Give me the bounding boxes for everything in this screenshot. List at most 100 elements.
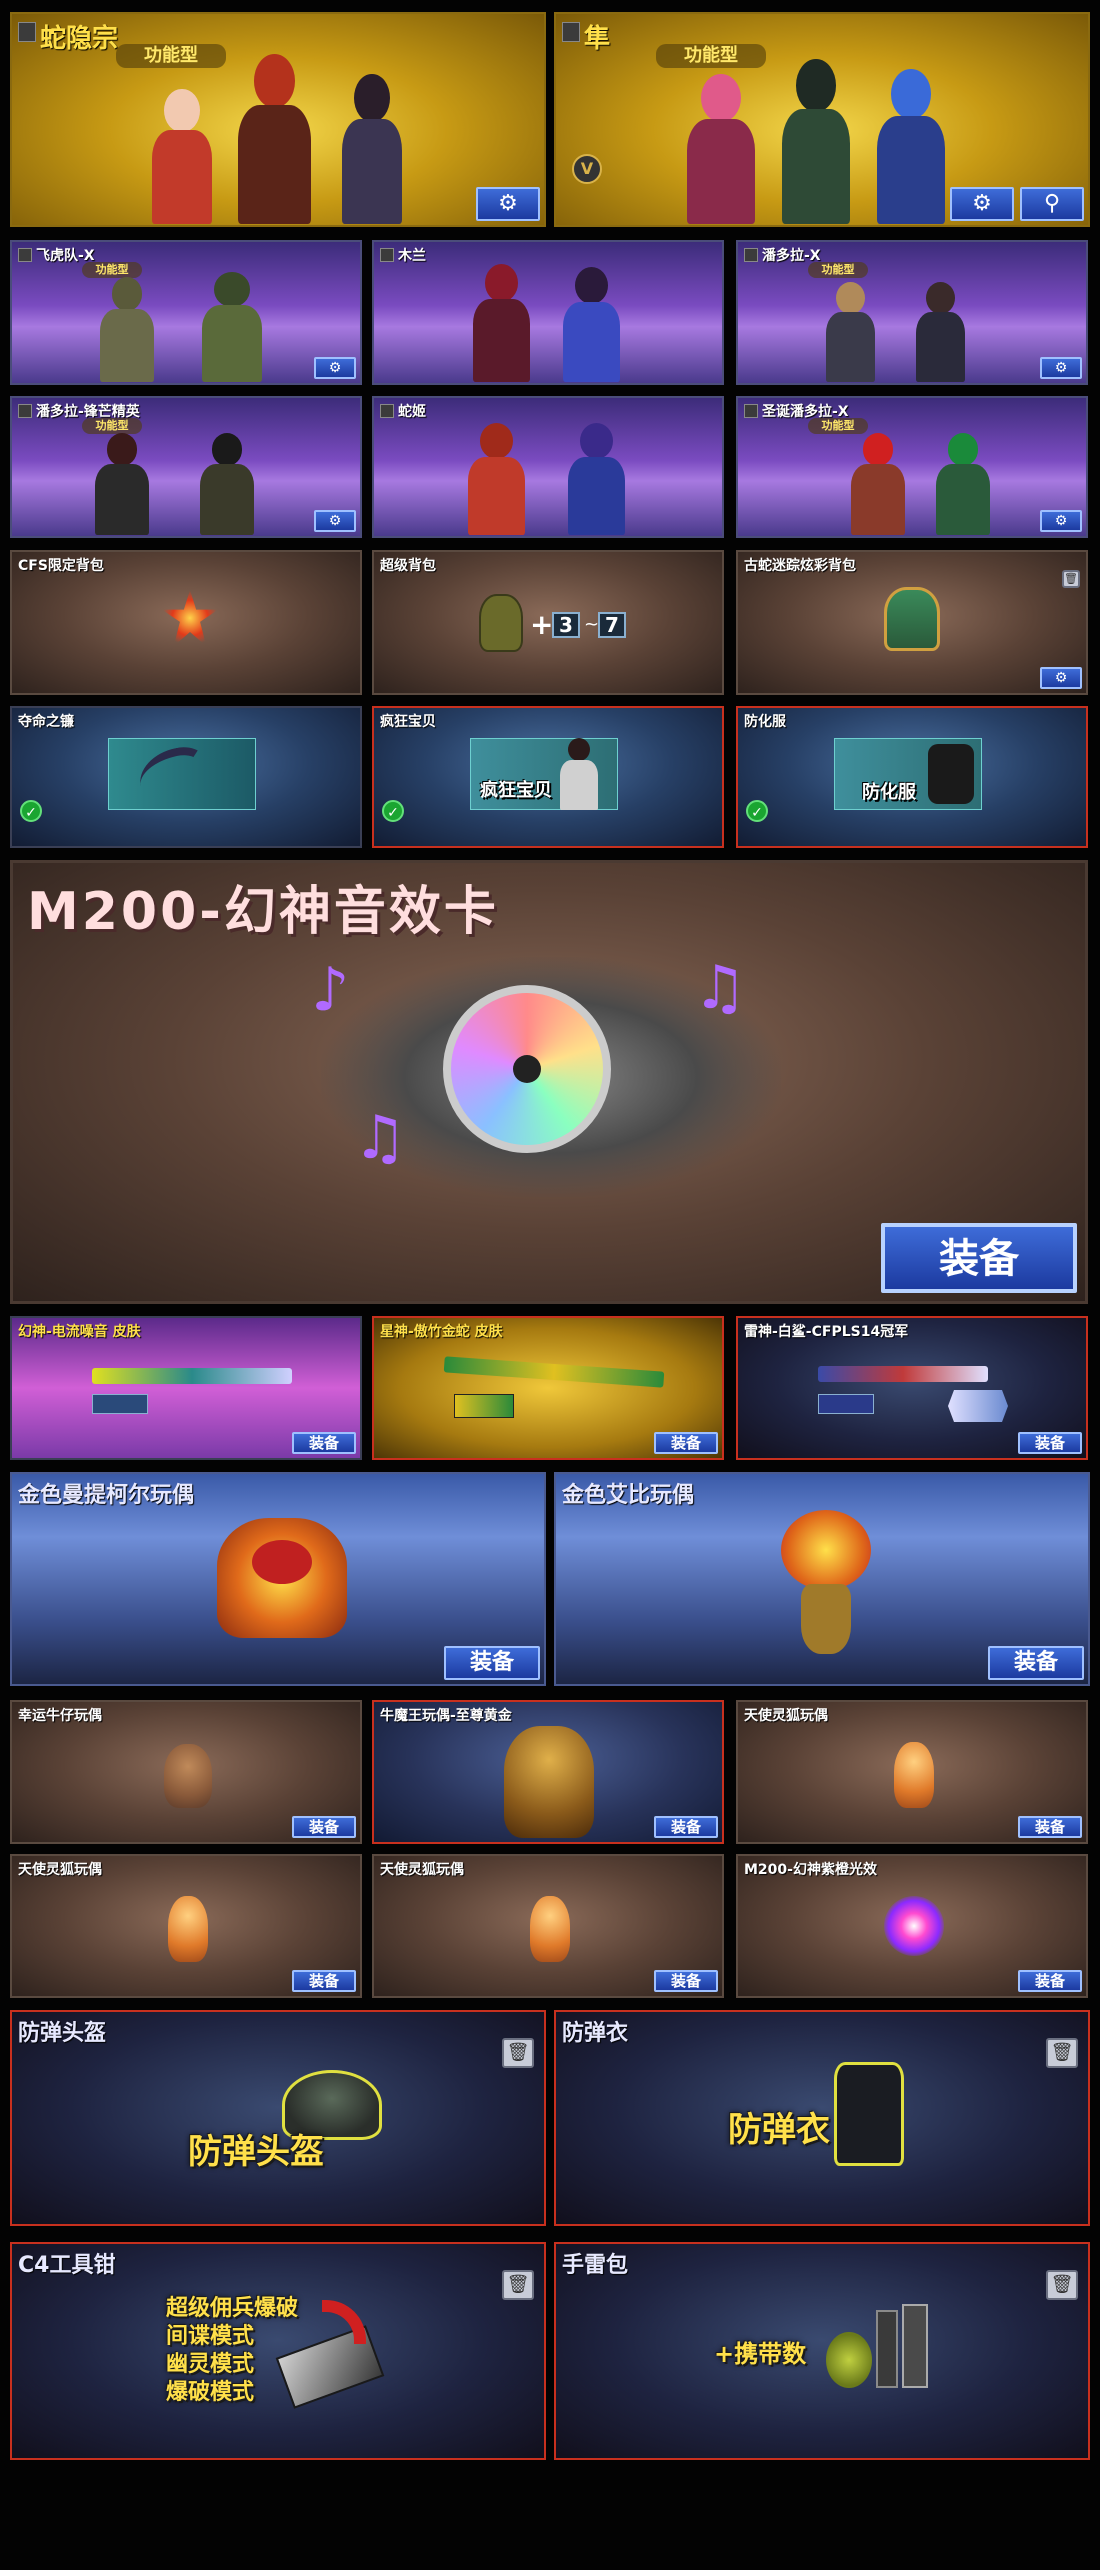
slot-badge: 3 bbox=[552, 612, 580, 638]
skin-badge bbox=[818, 1394, 874, 1414]
item-card[interactable]: 夺命之镰 ✓ bbox=[10, 706, 362, 848]
doll-card[interactable]: 天使灵狐玩偶 装备 bbox=[736, 1700, 1088, 1844]
settings-icon: ⚙ bbox=[498, 191, 518, 216]
search-button[interactable]: ⚲ bbox=[1020, 187, 1084, 221]
hero-card[interactable]: 潘多拉-X 功能型 ⚙ bbox=[736, 240, 1088, 385]
leaf-icon: ✓ bbox=[382, 800, 404, 822]
equip-button[interactable]: 装备 bbox=[654, 1816, 718, 1838]
music-note-icon: ♪ bbox=[311, 955, 350, 1025]
bag-card[interactable]: 古蛇迷踪炫彩背包 🗑 ⚙ bbox=[736, 550, 1088, 695]
equip-button[interactable]: 装备 bbox=[292, 1970, 356, 1992]
trash-icon[interactable]: 🗑 bbox=[1046, 2038, 1078, 2068]
doll-title: 天使灵狐玩偶 bbox=[18, 1862, 102, 1878]
hero-tag: 功能型 bbox=[656, 44, 766, 68]
trash-icon[interactable]: 🗑 bbox=[502, 2270, 534, 2300]
lock-icon bbox=[18, 22, 36, 42]
hero-card[interactable]: 蛇姬 bbox=[372, 396, 724, 538]
armor-label: 防弹衣 bbox=[728, 2110, 830, 2150]
character-figure bbox=[554, 267, 629, 382]
hero-card-shadow-clan[interactable]: 蛇隐宗 功能型 ⚙ bbox=[10, 12, 546, 227]
settings-button[interactable]: ⚙ bbox=[1040, 510, 1082, 532]
hero-card[interactable]: 圣诞潘多拉-X 功能型 ⚙ bbox=[736, 396, 1088, 538]
doll-card[interactable]: 天使灵狐玩偶 装备 bbox=[10, 1854, 362, 1998]
doll-title: 天使灵狐玩偶 bbox=[380, 1862, 464, 1878]
settings-button[interactable]: ⚙ bbox=[314, 357, 356, 379]
skin-card[interactable]: 雷神-白鲨-CFPLS14冠军 装备 bbox=[736, 1316, 1088, 1460]
doll-title: 牛魔王玩偶-至尊黄金 bbox=[380, 1708, 512, 1724]
armor-card[interactable]: 防弹衣 🗑 防弹衣 bbox=[554, 2010, 1090, 2226]
doll-head bbox=[781, 1510, 871, 1590]
hero-card-falcon[interactable]: 隼 功能型 V ⚙ ⚲ bbox=[554, 12, 1090, 227]
equip-button[interactable]: 装备 bbox=[881, 1223, 1077, 1293]
equip-button[interactable]: 装备 bbox=[1018, 1432, 1082, 1454]
grenade-title: 手雷包 bbox=[562, 2253, 629, 2278]
equip-button[interactable]: 装备 bbox=[654, 1970, 718, 1992]
trash-icon[interactable]: 🗑 bbox=[1062, 570, 1080, 588]
doll-card[interactable]: 天使灵狐玩偶 装备 bbox=[372, 1854, 724, 1998]
equip-button[interactable]: 装备 bbox=[1018, 1816, 1082, 1838]
item-title: 夺命之镰 bbox=[18, 714, 74, 730]
doll-card[interactable]: 金色艾比玩偶 装备 bbox=[554, 1472, 1090, 1686]
effect-card[interactable]: M200-幻神紫橙光效 装备 bbox=[736, 1854, 1088, 1998]
doll-image bbox=[504, 1726, 594, 1838]
character-figure bbox=[559, 423, 634, 535]
hero-card[interactable]: 木兰 bbox=[372, 240, 724, 385]
item-label: 防化服 bbox=[862, 782, 916, 803]
settings-button[interactable]: ⚙ bbox=[1040, 667, 1082, 689]
armor-title: 防弹头盔 bbox=[18, 2021, 107, 2046]
lock-icon bbox=[18, 248, 32, 262]
equip-button[interactable]: 装备 bbox=[444, 1646, 540, 1680]
character-figure bbox=[554, 738, 604, 810]
slot-badge: 7 bbox=[598, 612, 626, 638]
music-note-icon: ♫ bbox=[353, 1103, 407, 1173]
grenade-image bbox=[826, 2332, 872, 2388]
settings-icon: ⚙ bbox=[328, 360, 342, 376]
bag-card[interactable]: 超级背包 + 3 ~ 7 bbox=[372, 550, 724, 695]
character-figure bbox=[459, 423, 534, 535]
equip-button[interactable]: 装备 bbox=[292, 1432, 356, 1454]
armor-card[interactable]: 防弹头盔 🗑 防弹头盔 bbox=[10, 2010, 546, 2226]
item-card[interactable]: 疯狂宝贝 疯狂宝贝 ✓ bbox=[372, 706, 724, 848]
suit-image bbox=[928, 744, 974, 804]
character-figure bbox=[928, 433, 998, 535]
trash-icon[interactable]: 🗑 bbox=[1046, 2270, 1078, 2300]
equip-button[interactable]: 装备 bbox=[1018, 1970, 1082, 1992]
hero-card[interactable]: 潘多拉-锋芒精英 功能型 ⚙ bbox=[10, 396, 362, 538]
settings-button[interactable]: ⚙ bbox=[314, 510, 356, 532]
doll-title: 金色曼提柯尔玩偶 bbox=[18, 1483, 195, 1508]
doll-card[interactable]: 金色曼提柯尔玩偶 装备 bbox=[10, 1472, 546, 1686]
doll-card[interactable]: 牛魔王玩偶-至尊黄金 装备 bbox=[372, 1700, 724, 1844]
equip-button[interactable]: 装备 bbox=[654, 1432, 718, 1454]
champion-badge bbox=[948, 1390, 1008, 1422]
settings-icon: ⚙ bbox=[328, 513, 342, 529]
scythe-icon bbox=[134, 742, 214, 806]
item-title: 疯狂宝贝 bbox=[380, 714, 436, 730]
doll-title: 天使灵狐玩偶 bbox=[744, 1708, 828, 1724]
grenade-card[interactable]: 手雷包 🗑 +携带数 bbox=[554, 2242, 1090, 2460]
character-figure bbox=[771, 59, 861, 224]
inventory-page: 蛇隐宗 功能型 ⚙ 隼 功能型 V ⚙ ⚲ 飞虎队-X 功能型 ⚙ 木兰 潘多拉… bbox=[0, 0, 1100, 2570]
search-icon: ⚲ bbox=[1043, 191, 1061, 216]
character-figure bbox=[227, 54, 322, 224]
c4-tool-card[interactable]: C4工具钳 🗑 超级佣兵爆破 间谍模式 幽灵模式 爆破模式 bbox=[10, 2242, 546, 2460]
doll-card[interactable]: 幸运牛仔玩偶 装备 bbox=[10, 1700, 362, 1844]
hero-title: 蛇姬 bbox=[398, 404, 426, 420]
skin-card[interactable]: 幻神-电流噪音 皮肤 装备 bbox=[10, 1316, 362, 1460]
backpack-image bbox=[479, 594, 523, 652]
hero-tag: 功能型 bbox=[82, 418, 142, 434]
equip-button[interactable]: 装备 bbox=[292, 1816, 356, 1838]
trash-icon[interactable]: 🗑 bbox=[502, 2038, 534, 2068]
hero-title: 木兰 bbox=[398, 248, 426, 264]
bag-card[interactable]: CFS限定背包 bbox=[10, 550, 362, 695]
skin-badge bbox=[92, 1394, 148, 1414]
sound-card[interactable]: M200-幻神音效卡 ♪ ♫ ♫ 装备 bbox=[10, 860, 1088, 1304]
skin-card[interactable]: 星神-傲竹金蛇 皮肤 装备 bbox=[372, 1316, 724, 1460]
glow-effect-icon bbox=[884, 1896, 944, 1956]
settings-button[interactable]: ⚙ bbox=[1040, 357, 1082, 379]
settings-button[interactable]: ⚙ bbox=[476, 187, 540, 221]
equip-button[interactable]: 装备 bbox=[988, 1646, 1084, 1680]
settings-button[interactable]: ⚙ bbox=[950, 187, 1014, 221]
item-card[interactable]: 防化服 防化服 ✓ bbox=[736, 706, 1088, 848]
bag-title: 古蛇迷踪炫彩背包 bbox=[744, 558, 856, 574]
hero-card[interactable]: 飞虎队-X 功能型 ⚙ bbox=[10, 240, 362, 385]
